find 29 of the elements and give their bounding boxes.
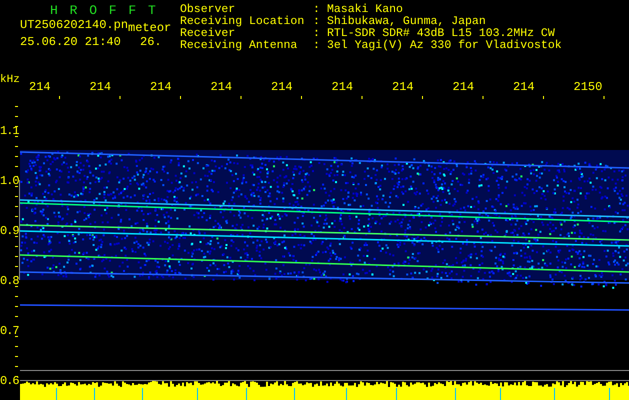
y-axis-label: 1.1 bbox=[0, 124, 19, 138]
info-value: RTL-SDR SDR# 43dB L15 103.2MHz CW bbox=[327, 28, 555, 40]
app-title: H R O F F T bbox=[50, 4, 158, 18]
x-axis-label: 214 bbox=[210, 80, 232, 94]
mode-label: meteor bbox=[128, 21, 172, 35]
separator: : bbox=[313, 4, 321, 16]
x-axis-label: 214 bbox=[513, 80, 535, 94]
separator: : bbox=[313, 40, 321, 52]
info-value: Shibukawa, Gunma, Japan bbox=[327, 16, 486, 28]
x-axis-label: 214 bbox=[90, 80, 112, 94]
x-axis-label: 214 bbox=[392, 80, 414, 94]
separator: : bbox=[313, 16, 321, 28]
info-label: Observer bbox=[180, 4, 236, 16]
count-label: 26. bbox=[140, 35, 162, 49]
info-label: Receiving Location bbox=[180, 16, 306, 28]
x-axis-label: 214 bbox=[332, 80, 354, 94]
separator: : bbox=[313, 28, 321, 40]
x-axis-label: 214 bbox=[452, 80, 474, 94]
x-axis-label: 214 bbox=[29, 80, 51, 94]
file-name: UT2506202140.pn bbox=[20, 18, 128, 32]
info-label: Receiver bbox=[180, 28, 236, 40]
x-axis-label: 214 bbox=[271, 80, 293, 94]
x-axis-label: 214 bbox=[150, 80, 172, 94]
x-axis-label: 2150 bbox=[574, 80, 602, 94]
info-label: Receiving Antenna bbox=[180, 40, 298, 52]
axis-unit: kHz bbox=[0, 74, 20, 86]
info-value: 3el Yagi(V) Az 330 for Vladivostok bbox=[327, 40, 562, 52]
info-value: Masaki Kano bbox=[327, 4, 403, 16]
timestamp: 25.06.20 21:40 bbox=[20, 35, 122, 49]
